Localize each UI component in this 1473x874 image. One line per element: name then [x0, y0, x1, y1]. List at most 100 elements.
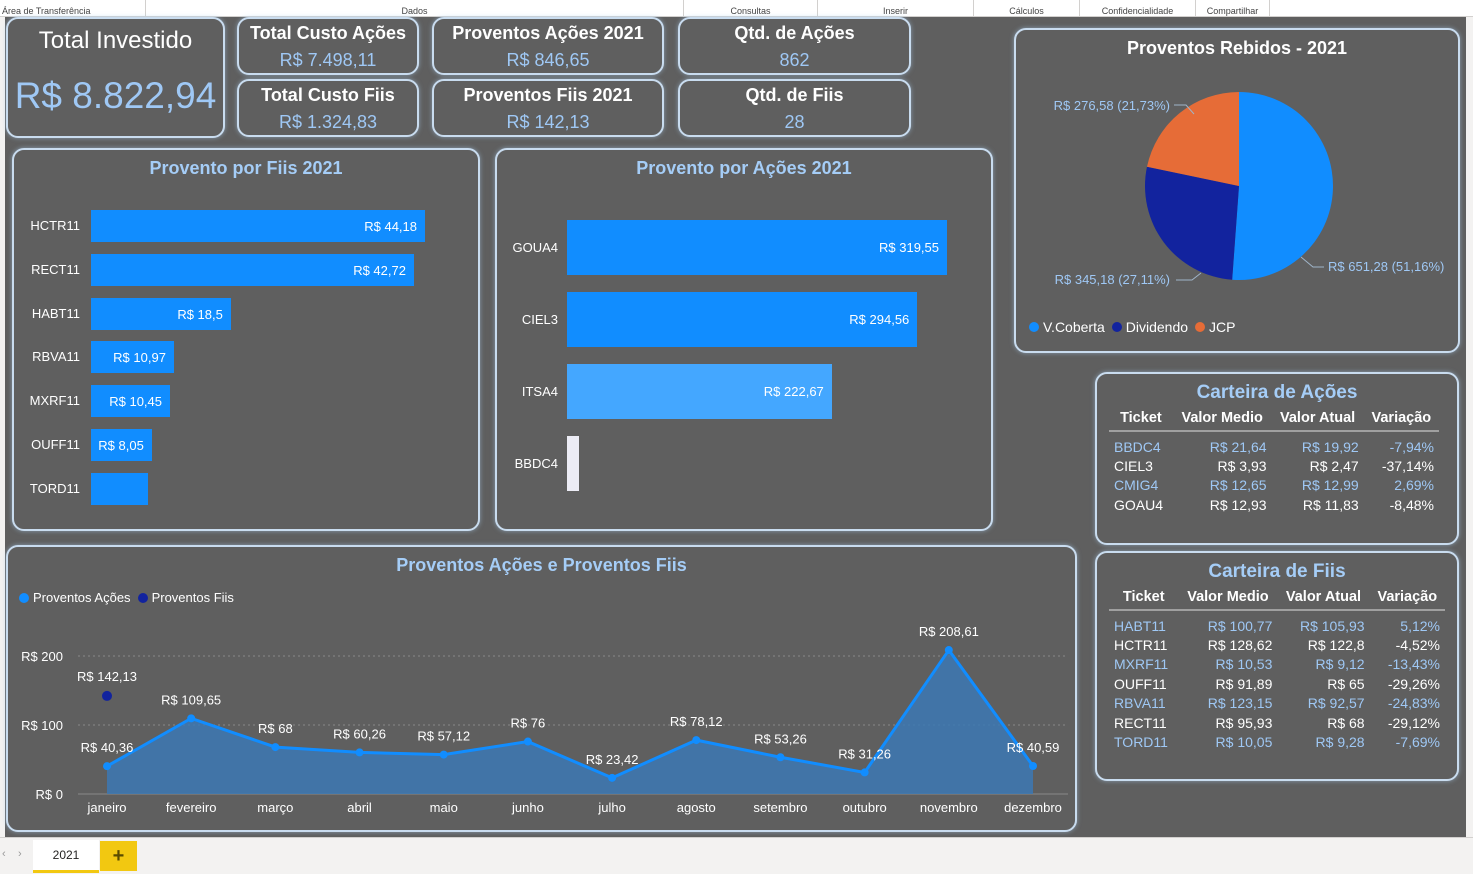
- data-point-acoes[interactable]: [103, 762, 111, 771]
- table-row[interactable]: RECT11 R$ 95,93 R$ 68 -29,12%: [1109, 713, 1445, 733]
- kpi-proventos-acoes-2021[interactable]: Proventos Ações 2021 R$ 846,65: [432, 17, 664, 75]
- bar[interactable]: [91, 472, 148, 505]
- next-page-arrow-icon[interactable]: ›: [18, 848, 22, 860]
- data-point-acoes[interactable]: [271, 743, 280, 752]
- table-cell: R$ 12,65: [1209, 477, 1267, 494]
- pie-slice-vcoberta[interactable]: [1232, 92, 1334, 280]
- chart-proventos-mensais[interactable]: Proventos Ações e Proventos Fiis Provent…: [6, 545, 1077, 832]
- data-point-acoes[interactable]: [860, 768, 869, 777]
- chart-provento-acoes[interactable]: Provento por Ações 2021 GOUA4 R$ 319,55 CI…: [495, 148, 993, 531]
- table-row[interactable]: HABT11 R$ 100,77 R$ 105,93 5,12%: [1109, 610, 1445, 635]
- x-tick-label: fevereiro: [166, 800, 217, 815]
- column-header[interactable]: Valor Atual: [1277, 589, 1370, 611]
- table-cell: OUFF11: [1114, 675, 1167, 692]
- kpi-value: R$ 846,65: [506, 50, 590, 70]
- chart-provento-fiis[interactable]: Provento por Fiis 2021 HCTR11 R$ 44,18 REC…: [12, 148, 480, 531]
- data-point-acoes[interactable]: [355, 748, 364, 757]
- table-row[interactable]: GOAU4 R$ 12,93 R$ 11,83 -8,48%: [1109, 495, 1439, 515]
- bar-category-label: HCTR11: [30, 218, 80, 233]
- bar-category-label: CIEL3: [521, 311, 558, 327]
- ribbon-group-confidencialidade[interactable]: Confidencialidade: [1080, 0, 1196, 17]
- table-cell: -13,43%: [1387, 656, 1440, 673]
- data-label-acoes: R$ 23,42: [586, 752, 639, 767]
- kpi-value: R$ 142,13: [506, 112, 590, 132]
- kpi-value: R$ 1.324,83: [278, 112, 378, 132]
- bar-value-label: R$ 10,97: [113, 350, 166, 366]
- data-point-acoes[interactable]: [608, 773, 617, 782]
- table-cell: R$ 65: [1327, 675, 1365, 692]
- page-tabs-bar: ‹ › 2021 +: [0, 837, 1473, 874]
- column-header[interactable]: Valor Medio: [1172, 410, 1272, 432]
- table-cell: -37,14%: [1381, 457, 1434, 474]
- kpi-title: Total Custo Ações: [249, 23, 406, 43]
- kpi-total-custo-acoes[interactable]: Total Custo Ações R$ 7.498,11: [237, 17, 419, 75]
- table-cell: R$ 92,57: [1307, 695, 1365, 712]
- table-cell: R$ 12,99: [1301, 477, 1359, 494]
- kpi-title: Qtd. de Fiis: [745, 85, 844, 105]
- x-tick-label: janeiro: [86, 800, 126, 815]
- ribbon-group-calculos[interactable]: Cálculos: [974, 0, 1080, 17]
- data-point-acoes[interactable]: [523, 737, 532, 746]
- data-label-acoes: R$ 40,59: [1007, 740, 1060, 755]
- ribbon-group-compartilhar[interactable]: Compartilhar: [1196, 0, 1270, 17]
- table-carteira-fiis[interactable]: Carteira de Fiis Ticket Valor Medio Valor …: [1095, 551, 1459, 781]
- table-row[interactable]: RBVA11 R$ 123,15 R$ 92,57 -24,83%: [1109, 694, 1445, 714]
- data-point-acoes[interactable]: [1029, 761, 1037, 770]
- legend-dot-jcp: [1195, 322, 1206, 332]
- bar-value-label: R$ 18,5: [177, 306, 223, 322]
- pie-slice-dividendo[interactable]: [1145, 166, 1239, 280]
- bar-category-label: TORD11: [29, 480, 80, 496]
- data-label-fiis: R$ 142,13: [77, 669, 137, 684]
- legend-label[interactable]: V.Coberta: [1043, 319, 1105, 335]
- column-header[interactable]: Ticket: [1109, 589, 1179, 611]
- legend-label[interactable]: Dividendo: [1126, 319, 1188, 335]
- data-point-fiis[interactable]: [102, 690, 112, 701]
- ribbon-group-inserir[interactable]: Inserir: [818, 0, 974, 17]
- data-label-acoes: R$ 68: [258, 721, 293, 736]
- table-row[interactable]: TORD11 R$ 10,05 R$ 9,28 -7,69%: [1109, 733, 1445, 753]
- ribbon-group-clipboard[interactable]: Área de Transferência: [0, 0, 146, 17]
- legend-label[interactable]: JCP: [1209, 319, 1235, 335]
- kpi-total-investido[interactable]: Total Investido R$ 8.822,94: [6, 17, 225, 138]
- chart-proventos-recebidos[interactable]: Proventos Rebidos - 2021 R$ 651,28 (51,1…: [1014, 28, 1460, 353]
- tab-2021[interactable]: 2021: [33, 840, 99, 873]
- table-row[interactable]: BBDC4 R$ 21,64 R$ 19,92 -7,94%: [1109, 431, 1439, 456]
- table-row[interactable]: MXRF11 R$ 10,53 R$ 9,12 -13,43%: [1109, 655, 1445, 675]
- bar-category-label: OUFF11: [31, 437, 80, 452]
- table-row[interactable]: CIEL3 R$ 3,93 R$ 2,47 -37,14%: [1109, 456, 1439, 476]
- table-cell: CMIG4: [1114, 477, 1159, 494]
- prev-page-arrow-icon[interactable]: ‹: [2, 848, 6, 860]
- table-row[interactable]: CMIG4 R$ 12,65 R$ 12,99 2,69%: [1109, 476, 1439, 496]
- data-point-acoes[interactable]: [439, 750, 448, 759]
- pie-leader-line: [1176, 272, 1202, 281]
- kpi-proventos-fiis-2021[interactable]: Proventos Fiis 2021 R$ 142,13: [432, 79, 664, 137]
- column-header[interactable]: Ticket: [1109, 410, 1173, 432]
- table-cell: R$ 105,93: [1299, 618, 1365, 634]
- bar-value-label: R$ 44,18: [364, 219, 417, 234]
- table-cell: R$ 12,93: [1209, 496, 1267, 513]
- kpi-total-custo-fiis[interactable]: Total Custo Fiis R$ 1.324,83: [237, 79, 419, 137]
- table-cell: -24,83%: [1387, 695, 1440, 712]
- column-header[interactable]: Variação: [1369, 589, 1445, 611]
- column-header[interactable]: Valor Medio: [1178, 589, 1278, 611]
- column-header[interactable]: Variação: [1363, 410, 1439, 432]
- table-row[interactable]: OUFF11 R$ 91,89 R$ 65 -29,26%: [1109, 674, 1445, 694]
- add-page-button[interactable]: +: [100, 841, 137, 871]
- table-carteira-acoes[interactable]: Carteira de Ações Ticket Valor Medio Valor…: [1095, 372, 1459, 545]
- bar[interactable]: [567, 436, 579, 491]
- data-point-acoes[interactable]: [692, 736, 701, 745]
- table-row[interactable]: HCTR11 R$ 128,62 R$ 122,8 -4,52%: [1109, 635, 1445, 655]
- data-point-acoes[interactable]: [944, 646, 953, 655]
- data-point-acoes[interactable]: [776, 753, 785, 762]
- y-tick-label: R$ 200: [21, 649, 63, 664]
- column-header[interactable]: Valor Atual: [1271, 410, 1364, 432]
- table-cell: R$ 95,93: [1215, 714, 1273, 731]
- bar-value-label: R$ 294,56: [849, 311, 910, 327]
- kpi-qtd-fiis[interactable]: Qtd. de Fiis 28: [678, 79, 911, 137]
- ribbon-group-consultas[interactable]: Consultas: [684, 0, 818, 17]
- data-label-acoes: R$ 40,36: [81, 740, 134, 755]
- line-chart: R$ 0 R$ 100 R$ 200 R$ 40,36 R$ 109,65 R$ 68 R$…: [21, 624, 1068, 815]
- kpi-qtd-acoes[interactable]: Qtd. de Ações 862: [678, 17, 911, 75]
- ribbon-group-dados[interactable]: Dados: [146, 0, 684, 17]
- data-point-acoes[interactable]: [187, 714, 196, 723]
